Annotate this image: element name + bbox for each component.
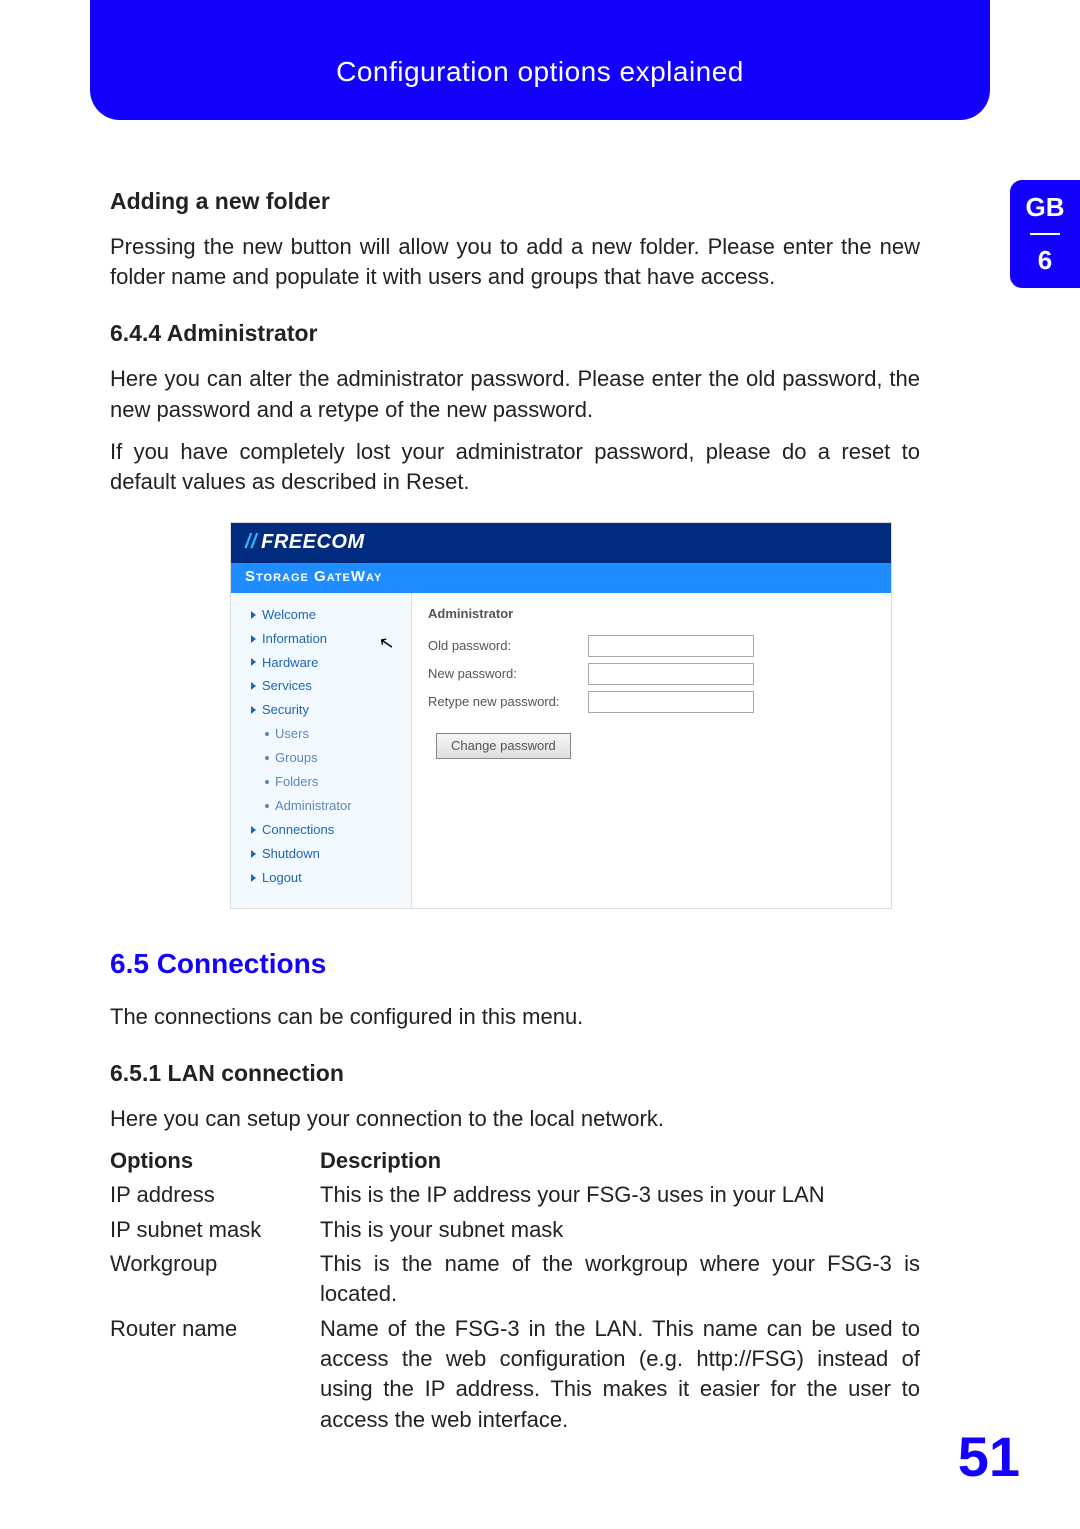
options-header-desc: Description xyxy=(320,1146,920,1176)
chevron-right-icon xyxy=(251,658,256,666)
option-desc: This is the IP address your FSG-3 uses i… xyxy=(320,1180,920,1210)
form-row-old-password: Old password: xyxy=(428,635,875,657)
sidebar-item-shutdown[interactable]: Shutdown xyxy=(231,842,411,866)
form-row-new-password: New password: xyxy=(428,663,875,685)
option-desc: This is the name of the workgroup where … xyxy=(320,1249,920,1310)
sidebar-item-connections[interactable]: Connections xyxy=(231,818,411,842)
sidebar-item-security[interactable]: Security xyxy=(231,698,411,722)
heading-connections: 6.5 Connections xyxy=(110,945,920,984)
tagline-bar: Storage GateWay xyxy=(231,563,891,593)
option-desc: This is your subnet mask xyxy=(320,1215,920,1245)
options-table: Options Description IP address This is t… xyxy=(110,1146,920,1435)
sidebar-item-label: Information xyxy=(262,630,327,648)
form-row-retype-password: Retype new password: xyxy=(428,691,875,713)
sidebar-item-label: Users xyxy=(275,725,309,743)
sidebar-item-label: Services xyxy=(262,677,312,695)
option-name: IP address xyxy=(110,1180,320,1210)
option-name: Router name xyxy=(110,1314,320,1435)
chevron-right-icon xyxy=(251,850,256,858)
dot-icon xyxy=(265,780,269,784)
chevron-right-icon xyxy=(251,635,256,643)
table-row: IP subnet mask This is your subnet mask xyxy=(110,1215,920,1245)
panel-title: Administrator xyxy=(428,605,875,623)
sidebar-item-logout[interactable]: Logout xyxy=(231,866,411,890)
sidebar-item-welcome[interactable]: Welcome xyxy=(231,603,411,627)
heading-administrator: 6.4.4 Administrator xyxy=(110,318,920,350)
page-content: Adding a new folder Pressing the new but… xyxy=(110,160,920,1439)
embedded-panel: Administrator Old password: New password… xyxy=(412,593,891,908)
tagline-text: Storage GateWay xyxy=(245,567,382,588)
paragraph: Pressing the new button will allow you t… xyxy=(110,232,920,293)
paragraph: The connections can be configured in thi… xyxy=(110,1002,920,1032)
brand-name: FREECOM xyxy=(261,529,365,557)
table-row: Router name Name of the FSG-3 in the LAN… xyxy=(110,1314,920,1435)
sidebar-subitem-groups[interactable]: Groups xyxy=(231,746,411,770)
sidebar-item-label: Folders xyxy=(275,773,318,791)
brand-bar: // FREECOM xyxy=(231,523,891,563)
sidebar-item-label: Administrator xyxy=(275,797,352,815)
chevron-right-icon xyxy=(251,874,256,882)
heading-lan-connection: 6.5.1 LAN connection xyxy=(110,1058,920,1090)
sidebar-subitem-folders[interactable]: Folders xyxy=(231,770,411,794)
sidebar-item-label: Logout xyxy=(262,869,302,887)
chevron-right-icon xyxy=(251,611,256,619)
paragraph: If you have completely lost your adminis… xyxy=(110,437,920,498)
chevron-right-icon xyxy=(251,682,256,690)
sidebar-item-label: Groups xyxy=(275,749,318,767)
side-tab: GB 6 xyxy=(1010,180,1080,288)
side-tab-chapter: 6 xyxy=(1010,245,1080,276)
sidebar-subitem-administrator[interactable]: Administrator xyxy=(231,794,411,818)
new-password-input[interactable] xyxy=(588,663,754,685)
heading-adding-folder: Adding a new folder xyxy=(110,186,920,218)
header-title: Configuration options explained xyxy=(336,56,744,88)
change-password-button[interactable]: Change password xyxy=(436,733,571,759)
dot-icon xyxy=(265,804,269,808)
option-name: IP subnet mask xyxy=(110,1215,320,1245)
option-name: Workgroup xyxy=(110,1249,320,1310)
page-number: 51 xyxy=(958,1424,1020,1489)
new-password-label: New password: xyxy=(428,665,588,683)
sidebar-item-label: Hardware xyxy=(262,654,318,672)
header-banner: Configuration options explained xyxy=(90,0,990,120)
retype-password-input[interactable] xyxy=(588,691,754,713)
dot-icon xyxy=(265,756,269,760)
dot-icon xyxy=(265,732,269,736)
paragraph: Here you can alter the administrator pas… xyxy=(110,364,920,425)
retype-password-label: Retype new password: xyxy=(428,693,588,711)
side-tab-divider xyxy=(1030,233,1060,235)
embedded-sidebar: Welcome Information Hardware Services Se… xyxy=(231,593,412,908)
sidebar-item-services[interactable]: Services xyxy=(231,674,411,698)
old-password-input[interactable] xyxy=(588,635,754,657)
paragraph: Here you can setup your connection to th… xyxy=(110,1104,920,1134)
sidebar-item-label: Connections xyxy=(262,821,334,839)
chevron-right-icon xyxy=(251,826,256,834)
table-row: Workgroup This is the name of the workgr… xyxy=(110,1249,920,1310)
chevron-right-icon xyxy=(251,706,256,714)
sidebar-item-label: Security xyxy=(262,701,309,719)
side-tab-lang: GB xyxy=(1010,192,1080,223)
old-password-label: Old password: xyxy=(428,637,588,655)
brand-slashes-icon: // xyxy=(245,529,257,557)
sidebar-item-label: Welcome xyxy=(262,606,316,624)
options-header-row: Options Description xyxy=(110,1146,920,1176)
option-desc: Name of the FSG-3 in the LAN. This name … xyxy=(320,1314,920,1435)
embedded-screenshot: // FREECOM Storage GateWay Welcome Infor… xyxy=(230,522,892,909)
sidebar-subitem-users[interactable]: Users xyxy=(231,722,411,746)
sidebar-item-label: Shutdown xyxy=(262,845,320,863)
table-row: IP address This is the IP address your F… xyxy=(110,1180,920,1210)
options-header-option: Options xyxy=(110,1146,320,1176)
